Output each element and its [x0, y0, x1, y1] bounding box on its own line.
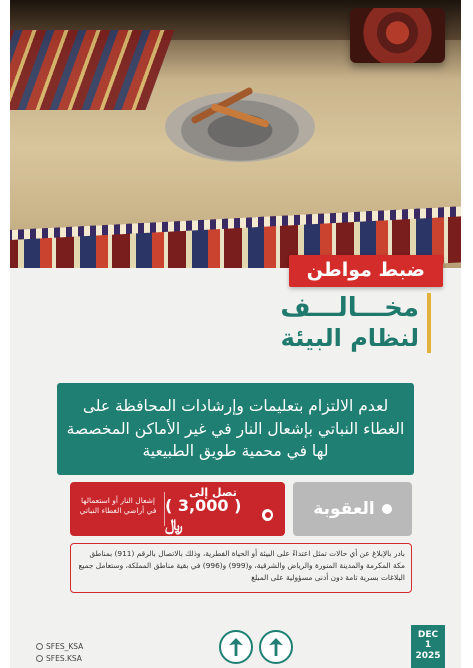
cushion — [350, 8, 445, 63]
date-month: DEC — [417, 630, 439, 640]
violation-statement: لعدم الالتزام بتعليمات وإرشادات المحافظة… — [57, 383, 414, 475]
citizen-caught-badge: ضبط مواطن — [288, 255, 443, 287]
penalty-label: العقوبة — [313, 499, 375, 519]
palm-emblem-icon — [229, 638, 243, 656]
campfire-photo — [10, 0, 461, 268]
x-icon — [36, 643, 43, 651]
rug-left — [10, 30, 175, 110]
title-line1: مخـــالـــف — [280, 293, 419, 323]
social-handle-x[interactable]: SFES_KSA — [36, 641, 83, 653]
penalty-amount: ( 3,000 ) ﷼ — [165, 496, 273, 534]
handle-text-1: SFES_KSA — [46, 642, 84, 651]
penalty-amount-box: تصل إلى ( 3,000 ) ﷼ إشعال النار أو استعم… — [70, 482, 285, 536]
poster: ضبط مواطن مخـــالـــف لنظام البيئة لعدم … — [10, 0, 461, 668]
penalty-divider — [164, 492, 165, 526]
palm-emblem-icon-2 — [269, 638, 283, 656]
date-year: 2025 — [415, 650, 441, 661]
title-line2: لنظام البيئة — [280, 324, 419, 353]
penalty-note: إشعال النار أو استعمالها في أراضي الغطاء… — [79, 496, 157, 516]
date-day: 1 — [424, 640, 432, 651]
bullet-icon — [381, 504, 392, 514]
ministry-logo — [219, 630, 253, 664]
date-badge: DEC 1 2025 — [411, 625, 445, 668]
violation-title: مخـــالـــف لنظام البيئة — [280, 293, 431, 353]
social-handles: SFES_KSA SFES.KSA — [36, 641, 83, 664]
instagram-icon — [36, 654, 43, 662]
social-handle-instagram[interactable]: SFES.KSA — [36, 653, 83, 665]
report-disclaimer: بادر بالإبلاغ عن أي حالات تمثل اعتداءً ع… — [70, 543, 412, 593]
force-logo — [259, 630, 293, 664]
handle-text-2: SFES.KSA — [46, 653, 82, 663]
penalty-row: تصل إلى ( 3,000 ) ﷼ إشعال النار أو استعم… — [70, 482, 412, 536]
penalty-label-box: العقوبة — [293, 482, 412, 536]
ash-pile — [165, 92, 315, 162]
coin-icon — [262, 509, 273, 521]
amount-text: ( 3,000 ) ﷼ — [165, 495, 242, 534]
logos — [219, 630, 293, 664]
